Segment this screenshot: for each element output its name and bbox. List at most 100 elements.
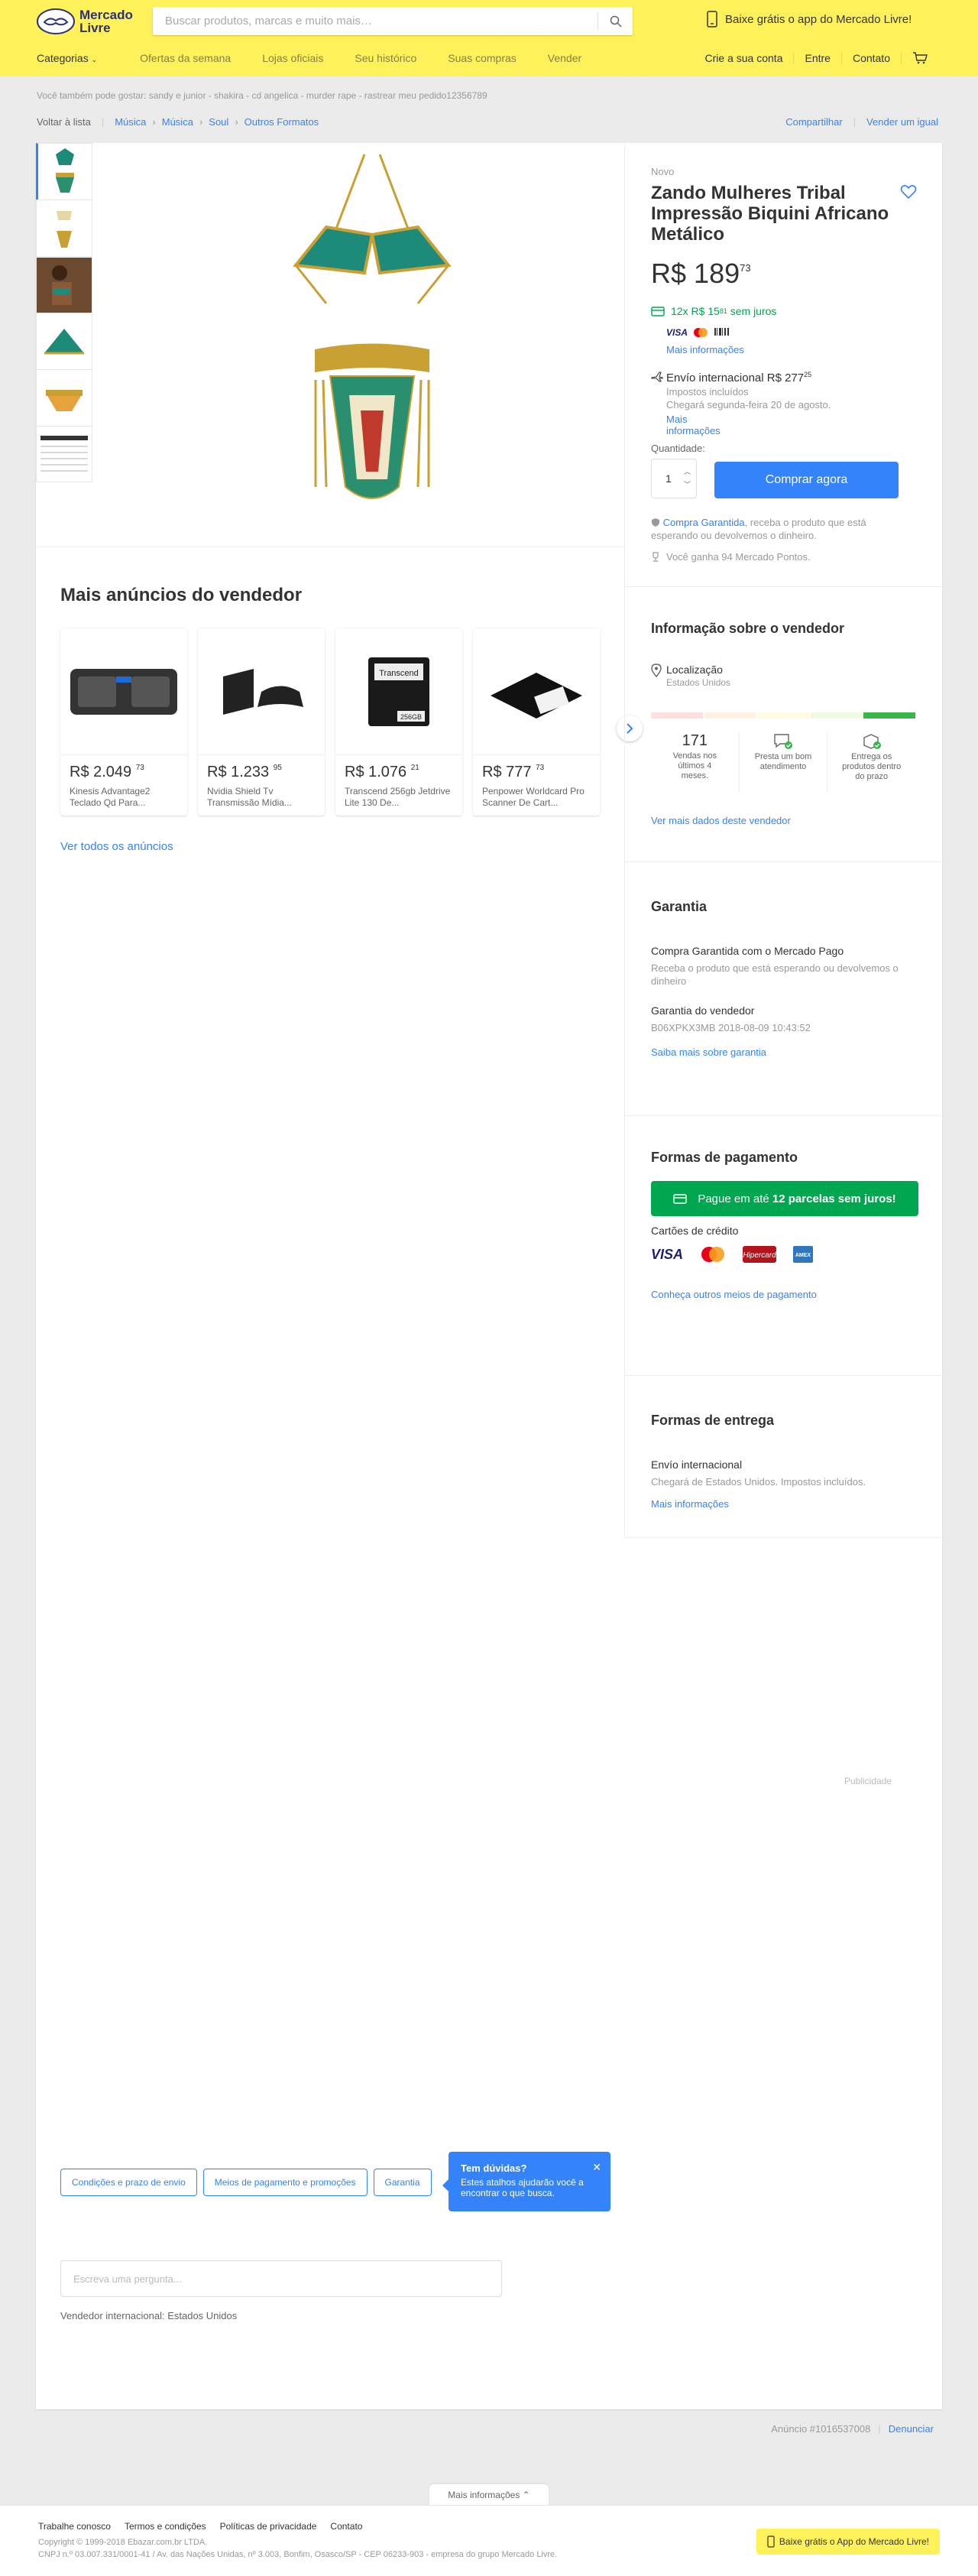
report-link[interactable]: Denunciar bbox=[889, 2423, 934, 2435]
more-ads-heading: Mais anúncios do vendedor bbox=[60, 585, 303, 605]
payment-logos-mini: VISA bbox=[666, 326, 735, 339]
shield-icon bbox=[652, 518, 659, 527]
app-download-banner[interactable]: Baixe grátis o app do Mercado Livre! bbox=[707, 11, 912, 28]
ad-price-value: R$ 777 bbox=[482, 764, 532, 780]
footer-link-terms[interactable]: Termos e condições bbox=[125, 2521, 206, 2532]
shipping-more-info-link[interactable]: Mais informações bbox=[666, 414, 721, 436]
quantity-stepper[interactable]: 1 ︿ ﹀ bbox=[651, 459, 697, 498]
tab-guarantee[interactable]: Garantia bbox=[373, 2169, 432, 2196]
nav-sell[interactable]: Vender bbox=[548, 52, 581, 64]
close-icon[interactable]: ✕ bbox=[592, 2161, 601, 2174]
quantity-value: 1 bbox=[665, 472, 672, 485]
credit-card-logos: VISA Hipercard AMEX bbox=[651, 1246, 830, 1263]
tab-shipping-conditions[interactable]: Condições e prazo de envio bbox=[60, 2169, 197, 2196]
seller-more-data-link[interactable]: Ver mais dados deste vendedor bbox=[651, 815, 791, 826]
purchase-guarantee-link[interactable]: Compra Garantida bbox=[663, 517, 745, 528]
footer-app-download-button[interactable]: Baixe grátis o App do Mercado Livre! bbox=[756, 2529, 940, 2555]
thumbnail[interactable] bbox=[36, 426, 92, 482]
visa-logo-icon: VISA bbox=[666, 327, 688, 338]
nav-categories-label: Categorias bbox=[37, 52, 89, 64]
ad-number-row: Anúncio #1016537008 | Denunciar bbox=[771, 2423, 934, 2435]
seller-guarantee-code: B06XPKX3MB 2018-08-09 10:43:52 bbox=[651, 1022, 811, 1033]
breadcrumb-item[interactable]: Soul bbox=[209, 116, 228, 128]
location-pin-icon bbox=[651, 663, 662, 677]
search-input[interactable] bbox=[153, 7, 596, 35]
thumbnail[interactable] bbox=[36, 256, 92, 313]
tab-payment-methods[interactable]: Meios de pagamento e promoções bbox=[202, 2169, 368, 2196]
copyright: Copyright © 1999-2018 Ebazar.com.br LTDA… bbox=[38, 2538, 208, 2547]
boleto-logo-icon bbox=[714, 326, 730, 339]
ad-price-cents: 73 bbox=[536, 764, 545, 772]
installments-more-info-link[interactable]: Mais informações bbox=[666, 344, 744, 355]
shipping-title: Envío internacional R$ 277 bbox=[666, 371, 805, 384]
product-card-item[interactable]: R$ 1.233 95 Nvidia Shield Tv Transmissão… bbox=[198, 628, 325, 816]
trophy-icon bbox=[653, 552, 659, 562]
delivery-type: Envío internacional bbox=[651, 1458, 743, 1471]
footer-link-careers[interactable]: Trabalhe conosco bbox=[38, 2521, 111, 2532]
thumbnail-list bbox=[36, 143, 92, 482]
footer-link-privacy[interactable]: Políticas de privacidade bbox=[220, 2521, 317, 2532]
product-card-item[interactable]: Transcend 256GB R$ 1.076 21 Transcend 256… bbox=[335, 628, 462, 816]
search-icon bbox=[610, 15, 622, 28]
reputation-level-orange bbox=[704, 712, 756, 719]
product-price: R$ 18973 bbox=[651, 258, 751, 290]
breadcrumb-item[interactable]: Música bbox=[162, 116, 193, 128]
delivery-more-info-link[interactable]: Mais informações bbox=[651, 1498, 729, 1510]
seller-ads-carousel: R$ 2.049 73 Kinesis Advantage2 Teclado Q… bbox=[60, 628, 643, 819]
delivery-label: Entrega os produtos dentro do prazo bbox=[842, 752, 902, 781]
breadcrumb-item[interactable]: Outros Formatos bbox=[244, 116, 319, 128]
model-thumbnail-image bbox=[37, 257, 92, 313]
installments-banner-bold: 12 parcelas sem juros! bbox=[772, 1192, 896, 1205]
ad-price: R$ 1.076 21 bbox=[345, 764, 419, 781]
box-check-icon bbox=[863, 734, 881, 749]
thumbnail[interactable] bbox=[36, 200, 92, 256]
quantity-label: Quantidade: bbox=[651, 443, 705, 454]
shipping-info: Envío internacional R$ 27725 Impostos in… bbox=[651, 371, 831, 436]
mercado-livre-logo[interactable]: Mercado Livre bbox=[37, 6, 144, 37]
nav-weekly-offers[interactable]: Ofertas da semana bbox=[140, 52, 231, 64]
product-card-item[interactable]: R$ 777 73 Penpower Worldcard Pro Scanner… bbox=[473, 628, 600, 816]
ad-price: R$ 2.049 73 bbox=[70, 764, 144, 781]
shipping-taxes: Impostos incluídos bbox=[666, 386, 749, 397]
ad-title: Kinesis Advantage2 Teclado Qd Para... bbox=[70, 786, 151, 808]
heart-icon[interactable] bbox=[900, 184, 917, 200]
sell-similar-link[interactable]: Vender um igual bbox=[866, 116, 938, 128]
login-link[interactable]: Entre bbox=[793, 53, 840, 63]
product-main-image[interactable] bbox=[250, 151, 494, 521]
installments-banner[interactable]: Pague em até 12 parcelas sem juros! bbox=[651, 1181, 918, 1216]
learn-more-guarantee-link[interactable]: Saiba mais sobre garantia bbox=[651, 1046, 766, 1058]
back-to-list-link[interactable]: Voltar à lista bbox=[37, 116, 91, 128]
card-scanner-image bbox=[473, 628, 600, 755]
shipping-cents: 25 bbox=[804, 371, 812, 378]
chat-check-icon bbox=[774, 734, 792, 749]
buy-now-button[interactable]: Comprar agora bbox=[714, 462, 899, 498]
create-account-link[interactable]: Crie a sua conta bbox=[695, 53, 794, 63]
footer-more-info-toggle[interactable]: Mais informações ⌃ bbox=[429, 2484, 549, 2506]
ad-title: Nvidia Shield Tv Transmissão Mídia... bbox=[207, 786, 292, 808]
thumbnail[interactable] bbox=[36, 369, 92, 426]
nav-official-stores[interactable]: Lojas oficiais bbox=[262, 52, 323, 64]
footer-link-contact[interactable]: Contato bbox=[330, 2521, 362, 2532]
location-value: Estados Unidos bbox=[666, 677, 731, 688]
question-input[interactable] bbox=[60, 2260, 502, 2297]
see-all-ads-link[interactable]: Ver todos os anúncios bbox=[60, 840, 173, 853]
other-payment-methods-link[interactable]: Conheça outros meios de pagamento bbox=[651, 1289, 817, 1300]
advertising-label: Publicidade bbox=[844, 1776, 892, 1786]
search-button[interactable] bbox=[597, 12, 633, 30]
contact-link[interactable]: Contato bbox=[840, 53, 901, 63]
footer-more-info-label: Mais informações bbox=[448, 2490, 520, 2500]
nav-purchases[interactable]: Suas compras bbox=[448, 52, 516, 64]
breadcrumb-item[interactable]: Música bbox=[115, 116, 146, 128]
ad-title: Penpower Worldcard Pro Scanner De Cart..… bbox=[482, 786, 585, 808]
share-link[interactable]: Compartilhar bbox=[785, 116, 842, 128]
product-card-item[interactable]: R$ 2.049 73 Kinesis Advantage2 Teclado Q… bbox=[60, 628, 187, 816]
cart-button[interactable] bbox=[901, 52, 938, 64]
thumbnail[interactable] bbox=[36, 143, 92, 200]
shortcut-tabs: Condições e prazo de envio Meios de paga… bbox=[60, 2169, 438, 2196]
nav-history[interactable]: Seu histórico bbox=[355, 52, 416, 64]
ad-price-value: R$ 2.049 bbox=[70, 764, 132, 780]
installments-cents: 81 bbox=[719, 307, 727, 315]
thumbnail[interactable] bbox=[36, 313, 92, 369]
footer: Trabalhe conosco Termos e condições Polí… bbox=[0, 2505, 978, 2576]
nav-categories[interactable]: Categorias ⌄ bbox=[37, 52, 97, 64]
